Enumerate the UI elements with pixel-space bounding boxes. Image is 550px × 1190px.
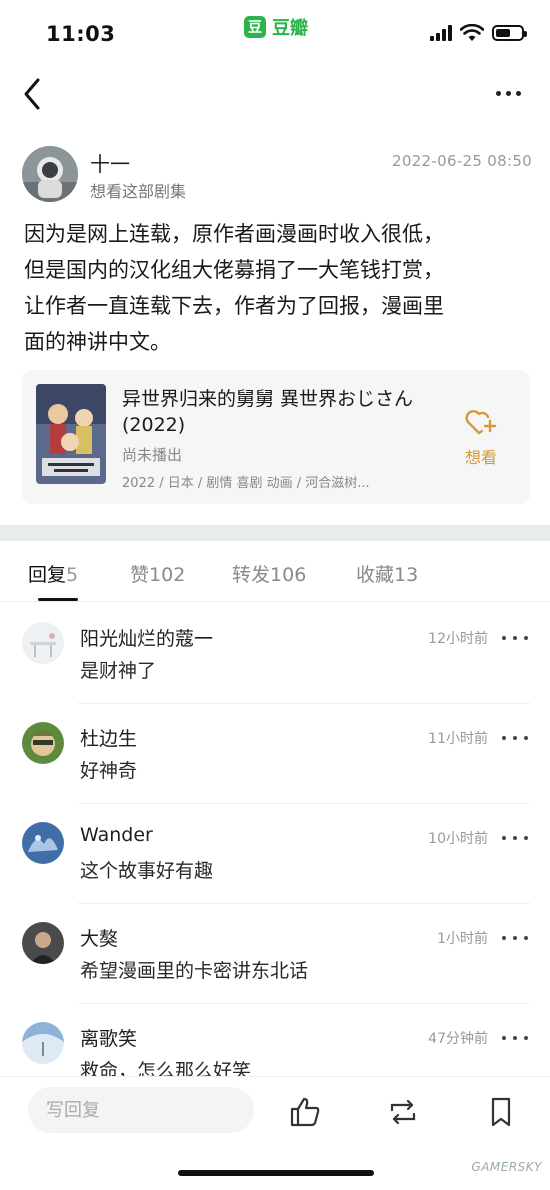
section-divider <box>0 525 550 541</box>
post-line: 但是国内的汉化组大佬募捐了一大笔钱打赏， <box>24 258 444 282</box>
heart-plus-icon <box>465 410 497 435</box>
thumbs-up-icon <box>290 1097 320 1127</box>
comment-time: 47分钟前 <box>428 1031 488 1047</box>
bottom-action-bar <box>0 1076 550 1146</box>
comment-avatar[interactable] <box>22 622 64 664</box>
more-button[interactable] <box>488 78 528 108</box>
comment-text: 这个故事好有趣 <box>80 860 214 882</box>
comment-list: 阳光灿烂的蔻一 是财神了 12小时前 杜边生 好神奇 11小时前 Wander <box>0 604 550 1076</box>
home-indicator <box>178 1170 374 1176</box>
post-body: 因为是网上连载，原作者画漫画时收入很低， 但是国内的汉化组大佬募捐了一大笔钱打赏… <box>24 216 530 360</box>
comment-time: 1小时前 <box>437 931 488 947</box>
subject-status: 尚未播出 <box>122 446 183 464</box>
comment-author[interactable]: Wander <box>80 824 153 846</box>
subject-card[interactable]: 异世界归来的舅舅 異世界おじさん (2022) 尚未播出 2022 / 日本 /… <box>22 370 530 504</box>
comment-avatar[interactable] <box>22 1022 64 1064</box>
douban-logo-icon: 豆 <box>244 16 266 38</box>
comment-time: 11小时前 <box>428 731 488 747</box>
chevron-left-icon <box>24 78 40 110</box>
comment-time: 10小时前 <box>428 831 488 847</box>
status-app-indicator: 豆 豆瓣 <box>244 14 308 40</box>
comment-item: 杜边生 好神奇 11小时前 <box>0 704 550 804</box>
want-label: 想看 <box>464 448 497 467</box>
comment-author[interactable]: 杜边生 <box>80 724 137 751</box>
bookmark-icon <box>491 1097 511 1127</box>
back-button[interactable] <box>18 74 50 114</box>
active-tab-indicator <box>38 598 78 601</box>
tab-replies[interactable]: 回复5 <box>28 560 78 587</box>
comment-text: 希望漫画里的卡密讲东北话 <box>80 960 309 982</box>
comment-avatar[interactable] <box>22 722 64 764</box>
watermark-text: GAMERSKY <box>471 1160 542 1174</box>
post-line: 因为是网上连载，原作者画漫画时收入很低， <box>24 222 444 246</box>
comment-more-button[interactable] <box>502 932 528 944</box>
ellipsis-icon <box>495 90 501 96</box>
bookmark-button[interactable] <box>484 1095 518 1129</box>
tab-reposts[interactable]: 转发106 <box>232 560 306 587</box>
comment-item: 阳光灿烂的蔻一 是财神了 12小时前 <box>0 604 550 704</box>
signal-icon <box>430 25 452 41</box>
wifi-icon <box>460 24 484 41</box>
comment-avatar[interactable] <box>22 822 64 864</box>
comment-more-button[interactable] <box>502 1032 528 1044</box>
status-bar: 11:03 豆 豆瓣 <box>0 0 550 62</box>
post-line: 让作者一直连载下去，作者为了回报，漫画里 <box>24 294 444 318</box>
comment-time: 12小时前 <box>428 631 488 647</box>
author-avatar[interactable] <box>22 146 78 202</box>
repost-icon <box>390 1099 416 1125</box>
subject-meta: 2022 / 日本 / 剧情 喜剧 动画 / 河合滋树... <box>122 476 370 491</box>
status-time: 11:03 <box>46 22 116 46</box>
top-nav <box>0 66 550 122</box>
status-icons <box>430 24 527 42</box>
comment-item: 大獒 希望漫画里的卡密讲东北话 1小时前 <box>0 904 550 1004</box>
comment-more-button[interactable] <box>502 732 528 744</box>
tab-likes[interactable]: 赞102 <box>130 560 185 587</box>
comment-text: 救命，怎么那么好笑 <box>80 1060 252 1076</box>
comment-item: Wander 这个故事好有趣 10小时前 <box>0 804 550 904</box>
tab-collections[interactable]: 收藏13 <box>356 560 418 587</box>
comment-avatar[interactable] <box>22 922 64 964</box>
reaction-tabs: 回复5 赞102 转发106 收藏13 <box>0 548 550 602</box>
comment-text: 是财神了 <box>80 660 157 682</box>
subject-title: 异世界归来的舅舅 異世界おじさん (2022) <box>122 388 414 436</box>
comment-text: 好神奇 <box>80 760 138 782</box>
comment-author[interactable]: 离歌笑 <box>80 1024 137 1051</box>
app-name: 豆瓣 <box>272 18 308 39</box>
comment-author[interactable]: 大獒 <box>80 924 118 951</box>
post-time: 2022-06-25 08:50 <box>392 152 532 170</box>
want-to-watch-button[interactable]: 想看 <box>456 408 506 468</box>
post-author-row: 十一 想看这部剧集 2022-06-25 08:50 <box>22 146 532 206</box>
battery-icon <box>492 25 527 41</box>
author-status: 想看这部剧集 <box>90 182 187 201</box>
comment-item: 离歌笑 救命，怎么那么好笑 47分钟前 <box>0 1004 550 1076</box>
reply-input[interactable] <box>28 1087 254 1133</box>
comment-more-button[interactable] <box>502 632 528 644</box>
author-name[interactable]: 十一 <box>90 148 130 177</box>
post-line: 面的神讲中文。 <box>24 330 171 354</box>
comment-author[interactable]: 阳光灿烂的蔻一 <box>80 624 213 651</box>
comment-more-button[interactable] <box>502 832 528 844</box>
like-button[interactable] <box>288 1095 322 1129</box>
astronaut-avatar-icon <box>22 146 78 202</box>
repost-button[interactable] <box>386 1095 420 1129</box>
subject-poster <box>36 384 106 484</box>
